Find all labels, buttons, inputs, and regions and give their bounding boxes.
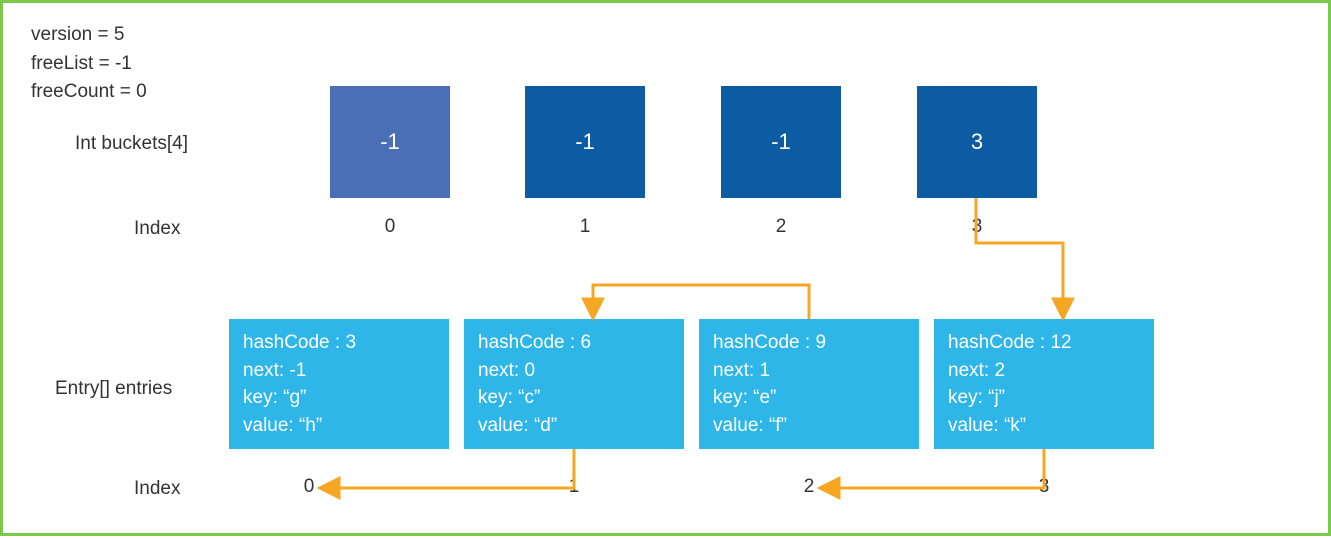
state-block: version = 5 freeList = -1 freeCount = 0 [31,21,147,107]
entry-2-hash: hashCode : 9 [713,329,905,357]
entry-1: hashCode : 6 next: 0 key: “c” value: “d” [464,319,684,449]
bucket-index-2: 2 [721,216,841,238]
entry-3: hashCode : 12 next: 2 key: “j” value: “k… [934,319,1154,449]
bucket-index-0: 0 [330,216,450,238]
entry-3-key: key: “j” [948,384,1140,412]
entry-0-next: next: -1 [243,357,435,385]
bucket-0: -1 [330,86,450,198]
entry-0-value: value: “h” [243,412,435,440]
entry-3-hash: hashCode : 12 [948,329,1140,357]
bucket-1: -1 [525,86,645,198]
bucket-2: -1 [721,86,841,198]
entry-2-value: value: “f” [713,412,905,440]
label-index-bottom: Index [134,478,180,500]
entry-index-3: 3 [1014,476,1074,498]
state-version: version = 5 [31,21,147,50]
bucket-1-value: -1 [575,129,595,155]
entry-2-next: next: 1 [713,357,905,385]
entry-0-hash: hashCode : 3 [243,329,435,357]
entry-index-0: 0 [279,476,339,498]
bucket-3-value: 3 [971,129,983,155]
entry-3-next: next: 2 [948,357,1140,385]
bucket-2-value: -1 [771,129,791,155]
entry-2-key: key: “e” [713,384,905,412]
entry-index-1: 1 [544,476,604,498]
entry-0-key: key: “g” [243,384,435,412]
entry-1-value: value: “d” [478,412,670,440]
entry-index-2: 2 [779,476,839,498]
entry-1-key: key: “c” [478,384,670,412]
entry-0: hashCode : 3 next: -1 key: “g” value: “h… [229,319,449,449]
arrows-overlay [3,3,1331,539]
diagram-frame: version = 5 freeList = -1 freeCount = 0 … [0,0,1331,536]
entry-1-next: next: 0 [478,357,670,385]
bucket-index-3: 3 [917,216,1037,238]
label-entries: Entry[] entries [55,378,172,400]
entry-3-value: value: “k” [948,412,1140,440]
entry-2: hashCode : 9 next: 1 key: “e” value: “f” [699,319,919,449]
bucket-3: 3 [917,86,1037,198]
bucket-index-1: 1 [525,216,645,238]
state-freelist: freeList = -1 [31,50,147,79]
bucket-0-value: -1 [380,129,400,155]
entry-1-hash: hashCode : 6 [478,329,670,357]
label-buckets: Int buckets[4] [75,133,188,155]
label-index-top: Index [134,218,180,240]
state-freecount: freeCount = 0 [31,78,147,107]
